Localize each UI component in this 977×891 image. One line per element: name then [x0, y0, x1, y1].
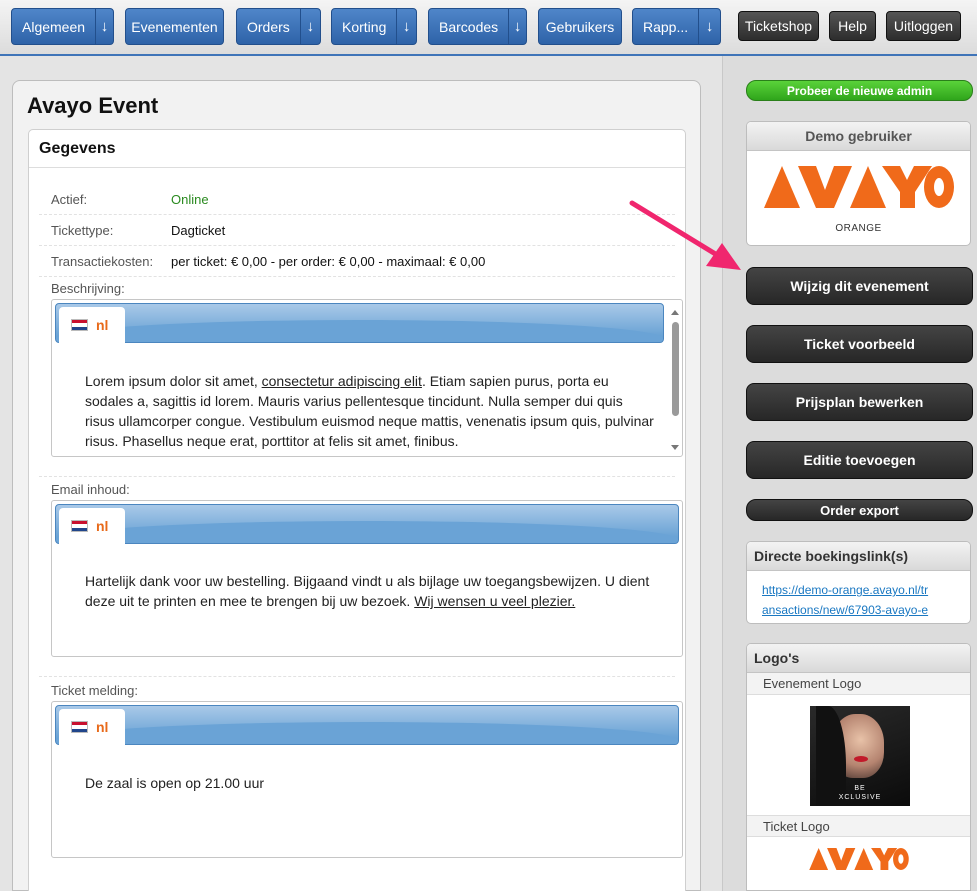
arrow-down-icon[interactable]: ↓ — [396, 9, 416, 44]
order-export-button[interactable]: Order export — [746, 499, 973, 521]
dutch-flag-icon — [71, 721, 88, 733]
avayo-small-logo-graphic — [808, 848, 909, 870]
editor-tab-bar — [55, 504, 679, 544]
poster-text-line2: XCLUSIVE — [838, 794, 882, 801]
ticket-preview-label: Ticket voorbeeld — [803, 336, 915, 352]
scroll-down-icon[interactable] — [671, 445, 679, 450]
detail-row-tickettype: Tickettype: Dagticket — [39, 215, 675, 246]
transactiekosten-label: Transactiekosten: — [51, 253, 154, 269]
actief-value: Online — [171, 191, 209, 207]
email-text[interactable]: Hartelijk dank voor uw bestelling. Bijga… — [85, 571, 654, 611]
nav-barcodes-label: Barcodes — [439, 18, 499, 35]
nav-orders-label: Orders — [247, 18, 290, 35]
arrow-down-icon[interactable]: ↓ — [698, 9, 720, 44]
section-divider — [39, 676, 675, 677]
logos-title: Logo's — [747, 644, 970, 673]
card-title: Gegevens — [29, 130, 685, 168]
language-tab-nl[interactable]: nl — [59, 508, 125, 544]
editor-tab-bar — [55, 705, 679, 745]
details-card: Gegevens Actief: Online Tickettype: Dagt… — [28, 129, 686, 891]
edit-pricing-button[interactable]: Prijsplan bewerken — [746, 383, 973, 421]
help-label: Help — [838, 18, 867, 34]
main-panel: Avayo Event Gegevens Actief: Online Tick… — [12, 80, 701, 891]
tickettype-label: Tickettype: — [51, 222, 114, 238]
nav-algemeen[interactable]: Algemeen ↓ — [11, 8, 114, 45]
avayo-logo — [747, 166, 970, 208]
nav-evenementen-label: Evenementen — [131, 18, 218, 35]
booking-link-title: Directe boekingslink(s) — [747, 542, 970, 571]
add-edition-label: Editie toevoegen — [803, 452, 916, 468]
add-edition-button[interactable]: Editie toevoegen — [746, 441, 973, 479]
booking-link-box: Directe boekingslink(s) https://demo-ora… — [746, 541, 971, 624]
detail-row-transactiekosten: Transactiekosten: per ticket: € 0,00 - p… — [39, 246, 675, 277]
poster-text-line1: BE — [854, 785, 866, 792]
ticketshop-button[interactable]: Ticketshop — [738, 11, 819, 41]
ticket-preview-button[interactable]: Ticket voorbeeld — [746, 325, 973, 363]
beschrijving-text-start: Lorem ipsum dolor sit amet, — [85, 373, 262, 389]
nav-algemeen-label: Algemeen — [22, 18, 86, 35]
scroll-thumb[interactable] — [672, 322, 679, 416]
nav-gebruikers[interactable]: Gebruikers — [538, 8, 622, 45]
language-tab-nl[interactable]: nl — [59, 709, 125, 745]
nav-orders[interactable]: Orders ↓ — [236, 8, 321, 45]
arrow-down-icon[interactable]: ↓ — [299, 9, 320, 44]
nav-evenementen[interactable]: Evenementen — [125, 8, 224, 45]
edit-pricing-label: Prijsplan bewerken — [795, 394, 924, 410]
dutch-flag-icon — [71, 520, 88, 532]
order-export-label: Order export — [820, 502, 899, 518]
editor-tab-bar — [55, 303, 664, 343]
tickettype-value: Dagticket — [171, 222, 226, 238]
scroll-up-icon[interactable] — [671, 310, 679, 315]
ticketshop-label: Ticketshop — [744, 18, 813, 34]
email-editor[interactable]: nl Hartelijk dank voor uw bestelling. Bi… — [51, 500, 683, 657]
arrow-down-icon[interactable]: ↓ — [95, 9, 113, 44]
transactiekosten-value: per ticket: € 0,00 - per order: € 0,00 -… — [171, 253, 486, 269]
poster-lips — [854, 756, 868, 762]
language-code: nl — [96, 719, 109, 735]
ticket-logo-label: Ticket Logo — [747, 815, 970, 837]
logos-box: Logo's Evenement Logo BE XCLUSIVE Ticket… — [746, 643, 971, 891]
nav-rapportages-label: Rapp... — [643, 18, 689, 35]
nav-korting-label: Korting — [342, 18, 387, 35]
nav-rapportages[interactable]: Rapp... ↓ — [632, 8, 721, 45]
ticket-melding-text[interactable]: De zaal is open op 21.00 uur — [85, 773, 654, 793]
demo-user-box: Demo gebruiker ORANGE — [746, 121, 971, 246]
new-admin-label: Probeer de nieuwe admin — [786, 83, 933, 98]
logout-label: Uitloggen — [893, 18, 954, 34]
avayo-logo-graphic — [763, 166, 954, 208]
logout-button[interactable]: Uitloggen — [886, 11, 961, 41]
ticket-melding-label: Ticket melding: — [51, 683, 138, 698]
beschrijving-label: Beschrijving: — [51, 281, 125, 296]
brand-subtitle: ORANGE — [835, 223, 882, 234]
beschrijving-text[interactable]: Lorem ipsum dolor sit amet, consectetur … — [85, 371, 654, 451]
actief-label: Actief: — [51, 191, 88, 207]
language-code: nl — [96, 317, 109, 333]
editor-scrollbar[interactable] — [669, 310, 681, 454]
email-label: Email inhoud: — [51, 482, 130, 497]
edit-event-button[interactable]: Wijzig dit evenement — [746, 267, 973, 305]
nav-barcodes[interactable]: Barcodes ↓ — [428, 8, 527, 45]
new-admin-button[interactable]: Probeer de nieuwe admin — [746, 80, 973, 101]
booking-link[interactable]: https://demo-orange.avayo.nl/transaction… — [762, 580, 934, 623]
event-logo-image: BE XCLUSIVE — [810, 706, 910, 806]
page-title: Avayo Event — [27, 93, 159, 118]
nav-gebruikers-label: Gebruikers — [545, 18, 615, 35]
edit-event-label: Wijzig dit evenement — [790, 278, 929, 294]
email-link[interactable]: Wij wensen u veel plezier. — [414, 593, 575, 609]
nav-korting[interactable]: Korting ↓ — [331, 8, 417, 45]
detail-row-actief: Actief: Online — [39, 184, 675, 215]
demo-user-title: Demo gebruiker — [747, 122, 970, 151]
ticket-melding-editor[interactable]: nl De zaal is open op 21.00 uur — [51, 701, 683, 858]
beschrijving-editor[interactable]: nl Lorem ipsum dolor sit amet, consectet… — [51, 299, 683, 457]
top-navigation: Algemeen ↓ Evenementen Orders ↓ Korting … — [0, 0, 977, 56]
language-code: nl — [96, 518, 109, 534]
beschrijving-link[interactable]: consectetur adipiscing elit — [262, 373, 422, 389]
section-divider — [39, 476, 675, 477]
language-tab-nl[interactable]: nl — [59, 307, 125, 343]
event-logo-label: Evenement Logo — [747, 673, 970, 695]
help-button[interactable]: Help — [829, 11, 876, 41]
dutch-flag-icon — [71, 319, 88, 331]
ticket-logo-image — [747, 848, 970, 870]
arrow-down-icon[interactable]: ↓ — [508, 9, 526, 44]
